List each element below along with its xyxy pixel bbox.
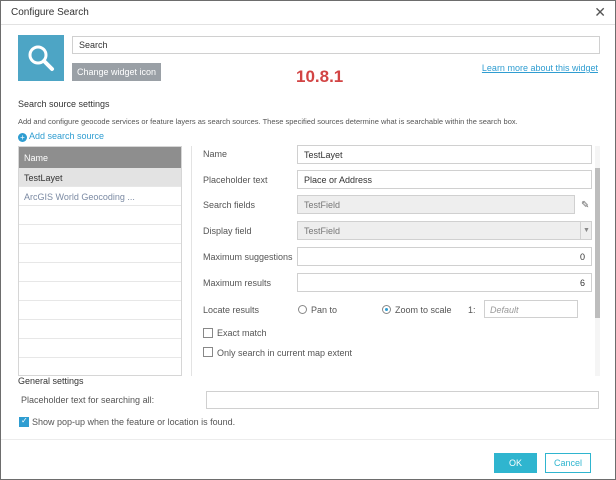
footer-divider xyxy=(1,439,615,440)
search-fields-label: Search fields xyxy=(203,200,256,210)
source-name-input[interactable]: TestLayet xyxy=(297,145,592,164)
dialog-title: Configure Search xyxy=(11,7,89,18)
current-extent-label: Only search in current map extent xyxy=(217,348,353,358)
list-item xyxy=(19,301,181,320)
name-label: Name xyxy=(203,149,228,159)
list-item xyxy=(19,282,181,301)
zoom-to-scale-radio[interactable] xyxy=(382,305,391,314)
plus-circle-icon: + xyxy=(18,133,27,142)
scale-prefix: 1: xyxy=(468,305,476,315)
placeholder-all-label: Placeholder text for searching all: xyxy=(21,395,155,405)
max-suggestions-label: Maximum suggestions xyxy=(203,252,293,262)
source-item[interactable]: TestLayet xyxy=(19,168,181,187)
source-item[interactable]: ArcGIS World Geocoding ... xyxy=(19,187,181,206)
add-search-source-label: Add search source xyxy=(29,131,105,141)
search-fields-input: TestField xyxy=(297,195,575,214)
placeholder-label: Placeholder text xyxy=(203,175,268,185)
scrollbar-thumb[interactable] xyxy=(595,168,600,318)
list-item xyxy=(19,225,181,244)
list-item xyxy=(19,263,181,282)
show-popup-label: Show pop-up when the feature or location… xyxy=(32,417,236,427)
search-icon xyxy=(28,45,54,71)
version-label: 10.8.1 xyxy=(296,67,344,86)
locate-results-label: Locate results xyxy=(203,305,260,315)
show-popup-checkbox[interactable] xyxy=(19,416,29,427)
display-field-select[interactable]: TestField xyxy=(297,221,592,240)
list-item xyxy=(19,244,181,263)
close-icon[interactable]: ✕ xyxy=(594,4,606,21)
max-suggestions-input[interactable]: 0 xyxy=(297,247,592,266)
source-list-header: Name xyxy=(19,147,181,168)
scale-input[interactable]: Default xyxy=(484,300,578,318)
widget-icon xyxy=(18,35,64,81)
learn-more-link[interactable]: Learn more about this widget xyxy=(482,63,598,73)
exact-match-checkbox[interactable] xyxy=(203,328,213,338)
detail-scrollbar[interactable] xyxy=(595,146,600,376)
search-source-heading: Search source settings xyxy=(18,99,110,109)
configure-search-dialog: Configure Search ✕ Search Change widget … xyxy=(0,0,616,480)
exact-match-label: Exact match xyxy=(217,328,267,338)
widget-name-input[interactable]: Search xyxy=(72,36,600,54)
current-extent-checkbox[interactable] xyxy=(203,347,213,357)
pan-to-label: Pan to xyxy=(311,305,338,315)
zoom-to-scale-label: Zoom to scale xyxy=(395,305,452,315)
source-list: Name TestLayet ArcGIS World Geocoding ..… xyxy=(18,146,182,376)
general-settings-heading: General settings xyxy=(18,376,84,386)
ok-button[interactable]: OK xyxy=(494,453,537,473)
max-results-label: Maximum results xyxy=(203,278,272,288)
change-widget-icon-button[interactable]: Change widget icon xyxy=(72,63,161,81)
placeholder-input[interactable]: Place or Address xyxy=(297,170,592,189)
cancel-button[interactable]: Cancel xyxy=(545,453,591,473)
chevron-down-icon[interactable]: ▼ xyxy=(580,222,592,239)
list-item xyxy=(19,339,181,358)
title-bar: Configure Search ✕ xyxy=(1,1,615,25)
search-source-description: Add and configure geocode services or fe… xyxy=(18,117,518,126)
placeholder-all-input[interactable] xyxy=(206,391,599,409)
max-results-input[interactable]: 6 xyxy=(297,273,592,292)
display-field-label: Display field xyxy=(203,226,252,236)
pan-to-radio[interactable] xyxy=(298,305,307,314)
list-item xyxy=(19,320,181,339)
list-item xyxy=(19,206,181,225)
edit-pencil-icon[interactable]: ✎ xyxy=(581,200,589,211)
add-search-source-link[interactable]: + Add search source xyxy=(18,131,104,142)
